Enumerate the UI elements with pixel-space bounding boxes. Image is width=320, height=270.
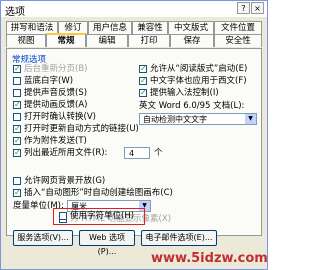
recent-files-unit: 个 <box>154 148 163 158</box>
options-dialog: 选项 ? × 拼写和语法 修订 用户信息 兼容性 中文版式 文件位置 视图 常规… <box>0 0 268 270</box>
tab-file-locations[interactable]: 文件位置 <box>214 21 262 34</box>
checkbox-box <box>13 63 21 74</box>
watermark: www.5idzw.com <box>151 251 268 266</box>
checkbox-box <box>13 89 21 97</box>
tab-general[interactable]: 常规 <box>46 33 86 47</box>
tab-save[interactable]: 保存 <box>170 34 214 47</box>
tab-compatibility[interactable]: 兼容性 <box>132 21 168 34</box>
checkbox-box <box>13 135 21 146</box>
checkbox-box <box>13 177 21 185</box>
email-options-button[interactable]: 电子邮件选项(E)... <box>141 230 217 246</box>
help-button[interactable]: ? <box>237 2 250 14</box>
english-word-select[interactable]: 自动检测中文文字 ▼ <box>139 113 257 125</box>
service-options-button[interactable]: 服务选项(V)... <box>13 230 73 246</box>
checkbox-box <box>59 212 67 220</box>
checkbox-box <box>139 75 147 86</box>
checkbox-box <box>13 123 21 134</box>
close-button[interactable]: × <box>251 2 264 14</box>
dialog-title: 选项 <box>5 7 25 18</box>
checkbox-box <box>139 87 147 98</box>
checkbox-box <box>13 187 21 198</box>
checkbox-box <box>139 63 147 74</box>
checkbox-box <box>13 113 21 121</box>
tab-view[interactable]: 视图 <box>6 34 46 47</box>
tab-edit[interactable]: 编辑 <box>86 34 128 47</box>
recent-files-count-spinner[interactable]: 4 <box>124 147 150 159</box>
english-word-label: 英文 Word 6.0/95 文档(L): <box>139 101 245 111</box>
tab-print[interactable]: 打印 <box>128 34 170 47</box>
title-bar: 选项 ? × <box>1 1 267 18</box>
chevron-down-icon: ▼ <box>245 114 256 124</box>
tab-chinese-layout[interactable]: 中文版式 <box>168 21 214 34</box>
checkbox-box <box>13 147 21 158</box>
tab-user-info[interactable]: 用户信息 <box>88 21 132 34</box>
web-options-button[interactable]: Web 选项(P)... <box>79 230 135 256</box>
tab-security[interactable]: 安全性 <box>214 34 262 47</box>
checkbox-box <box>13 99 21 110</box>
checkbox-box <box>13 77 21 85</box>
